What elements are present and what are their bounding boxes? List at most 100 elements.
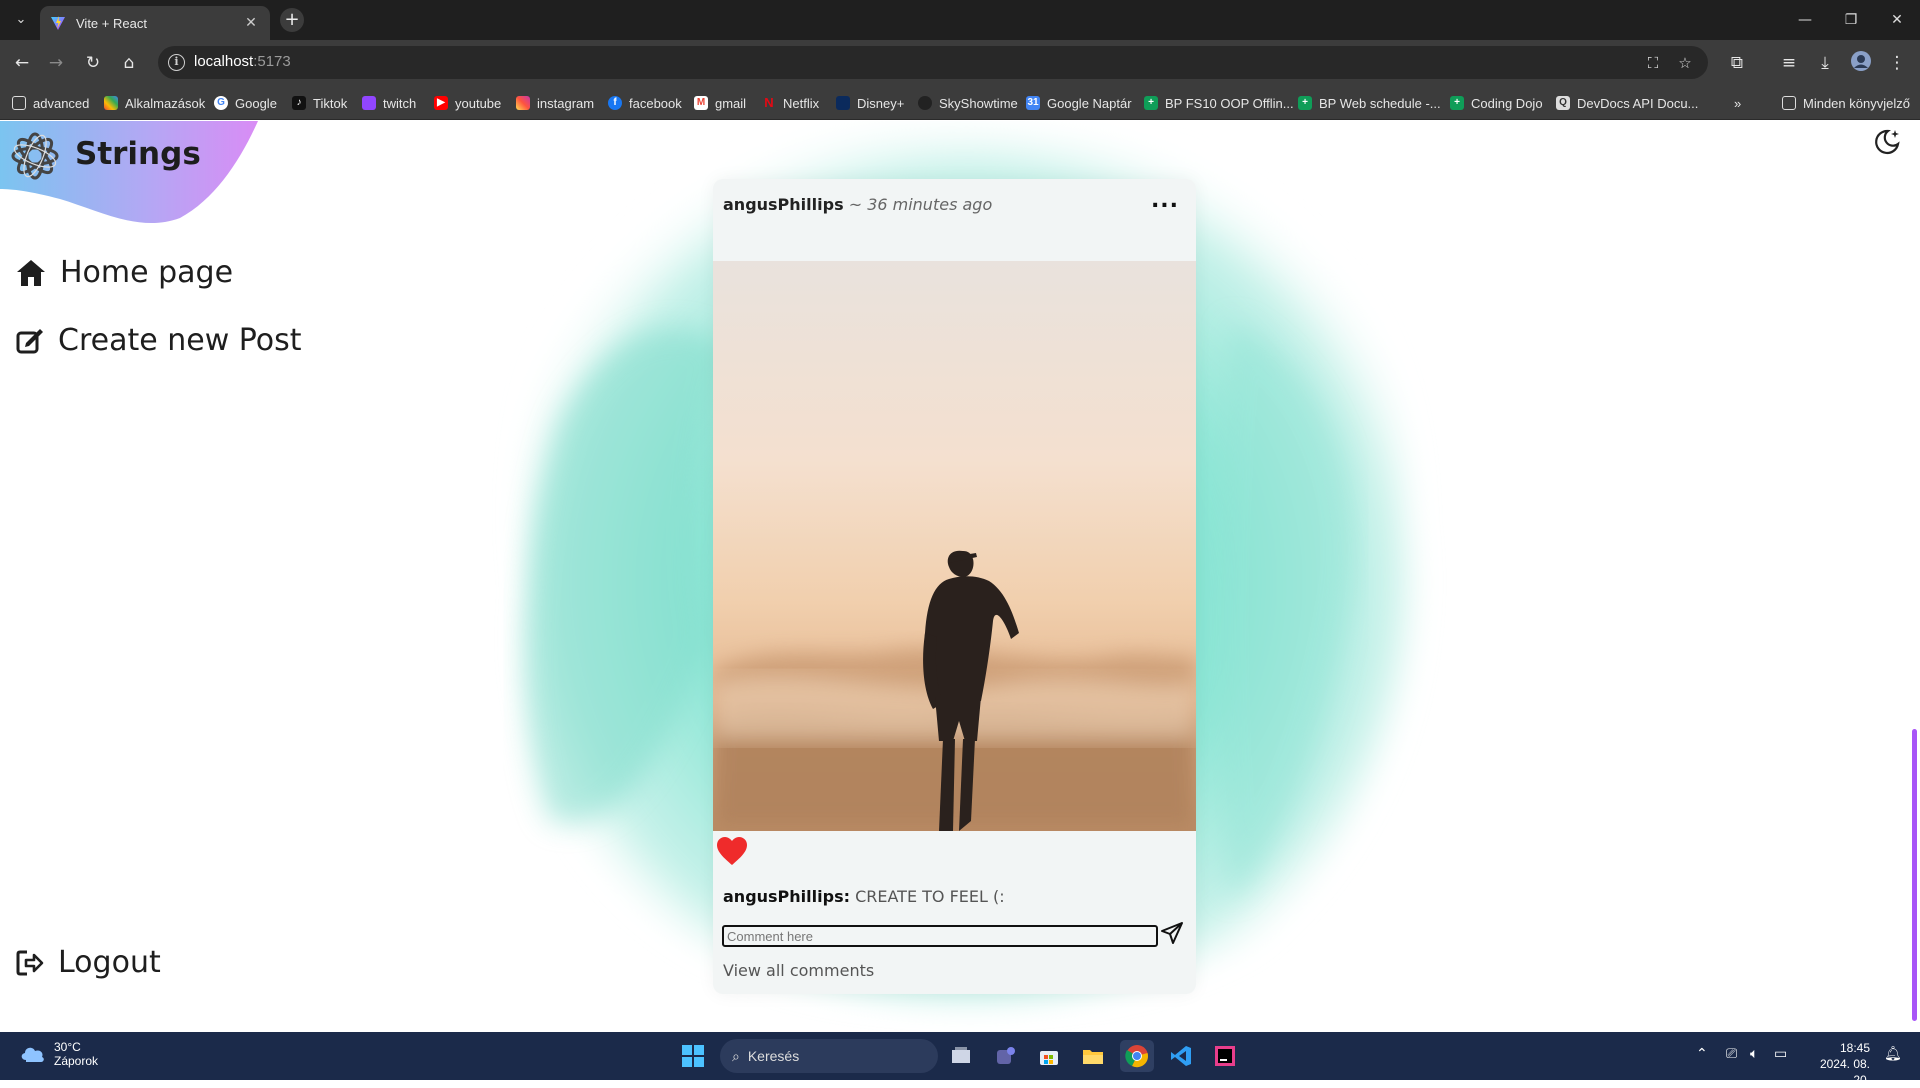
google-icon: G [214, 96, 228, 110]
bookmark-item[interactable]: N Netflix [762, 94, 819, 112]
weather-desc: Záporok [54, 1054, 99, 1068]
post-menu-button[interactable]: ... [1148, 190, 1182, 213]
post-separator: ~ [848, 195, 863, 214]
instagram-icon [516, 96, 530, 110]
youtube-icon: ▶ [434, 96, 448, 110]
bookmark-item[interactable]: + Coding Dojo [1450, 94, 1543, 112]
jetbrains-icon[interactable] [1208, 1040, 1242, 1072]
taskbar-search[interactable]: ⌕ Keresés [720, 1039, 938, 1073]
post-image[interactable] [713, 261, 1196, 831]
page-scrollbar[interactable] [1910, 121, 1920, 1032]
bookmark-item[interactable]: Mgmail [694, 94, 746, 112]
bookmark-star-icon[interactable]: ☆ [1674, 52, 1696, 74]
weather-temp: 30°C [54, 1040, 81, 1054]
home-icon[interactable]: ⌂ [116, 50, 142, 76]
bookmark-item[interactable]: f facebook [608, 94, 682, 112]
nav-logout[interactable]: Logout [16, 945, 161, 980]
bookmark-item[interactable]: Q DevDocs API Docu... [1556, 94, 1698, 112]
volume-icon[interactable]: 🔈︎ [1750, 1046, 1758, 1062]
extensions-icon[interactable]: ⧉ [1724, 50, 1750, 76]
post-author[interactable]: angusPhillips [723, 195, 844, 214]
nav-logout-label: Logout [58, 945, 161, 980]
profile-avatar[interactable] [1848, 50, 1874, 76]
tab-title: Vite + React [76, 15, 147, 31]
sheets-icon: + [1298, 96, 1312, 110]
skyshowtime-icon [918, 96, 932, 110]
all-bookmarks-folder[interactable]: Minden könyvjelző [1782, 94, 1910, 112]
network-icon[interactable]: ⎚ [1726, 1046, 1737, 1062]
forward-icon[interactable]: → [43, 50, 69, 76]
view-all-comments-link[interactable]: View all comments [723, 961, 874, 980]
tab-search-dropdown-icon[interactable]: ⌄ [10, 10, 32, 30]
file-explorer-icon[interactable] [1076, 1040, 1110, 1072]
bookmark-item[interactable]: ▶ youtube [434, 94, 501, 112]
browser-menu-icon[interactable]: ⋮ [1884, 50, 1910, 76]
bookmark-item[interactable]: Disney+ [836, 94, 904, 112]
strings-logo-icon[interactable] [10, 131, 60, 181]
caption-author[interactable]: angusPhillips: [723, 887, 850, 906]
browser-tabbar: ⌄ Vite + React ✕ + — ❐ ✕ [0, 0, 1920, 40]
cloud-rain-icon [21, 1047, 44, 1062]
vite-favicon-icon [51, 16, 65, 30]
reload-icon[interactable]: ↻ [80, 50, 106, 76]
clock-date: 2024. 08. 20. [1819, 1057, 1870, 1087]
bookmark-item[interactable]: advanced [12, 94, 89, 112]
minimize-button[interactable]: — [1782, 0, 1828, 40]
post-caption: angusPhillips: CREATE TO FEEL (: [723, 887, 1005, 906]
url-text[interactable]: localhost:5173 [194, 53, 291, 70]
bookmarks-bar: advanced Alkalmazások G Google ♪ Tiktok tw… [0, 86, 1920, 120]
download-icon[interactable]: ⤓ [1812, 50, 1838, 76]
restore-button[interactable]: ❐ [1828, 0, 1874, 40]
bookmark-item[interactable]: G Google [214, 94, 277, 112]
address-bar[interactable]: i localhost:5173 ⛶ ☆ [158, 46, 1708, 79]
translate-icon[interactable]: ⛶ [1642, 52, 1664, 74]
store-icon[interactable] [1032, 1040, 1066, 1072]
nav-home-page[interactable]: Home page [16, 255, 233, 290]
site-info-icon[interactable]: i [168, 54, 185, 71]
disney-icon [836, 96, 850, 110]
bookmark-item[interactable]: 31 Google Naptár [1026, 94, 1132, 112]
teams-icon[interactable] [988, 1040, 1022, 1072]
bookmark-item[interactable]: SkyShowtime [918, 94, 1018, 112]
vscode-icon[interactable] [1164, 1040, 1198, 1072]
notification-bell-icon[interactable]: 🔔︎ [1884, 1046, 1902, 1062]
bookmark-item[interactable]: ♪ Tiktok [292, 94, 347, 112]
tab-close-icon[interactable]: ✕ [242, 14, 260, 32]
post-card: angusPhillips ~ 36 minutes ago ... angus… [713, 179, 1196, 994]
more-bookmarks-icon[interactable]: » [1734, 94, 1741, 112]
dark-mode-toggle-icon[interactable] [1872, 127, 1902, 157]
clock-time: 18:45 [1839, 1041, 1870, 1055]
task-view-icon[interactable] [944, 1040, 978, 1072]
media-queue-icon[interactable]: ≡ [1776, 50, 1802, 76]
bookmark-item[interactable]: twitch [362, 94, 416, 112]
battery-icon[interactable]: ▭ [1774, 1046, 1787, 1062]
back-icon[interactable]: ← [9, 50, 35, 76]
bookmark-item[interactable]: + BP Web schedule -... [1298, 94, 1441, 112]
windows-start-icon[interactable] [676, 1040, 710, 1072]
chrome-icon[interactable] [1120, 1040, 1154, 1072]
edit-square-icon [16, 328, 43, 353]
post-timestamp: 36 minutes ago [867, 195, 993, 214]
comment-input[interactable] [722, 925, 1158, 947]
bookmark-item[interactable]: instagram [516, 94, 594, 112]
taskbar-search-label: Keresés [747, 1048, 800, 1064]
nav-create-post[interactable]: Create new Post [16, 323, 302, 358]
twitch-icon [362, 96, 376, 110]
heart-like-icon[interactable] [715, 835, 749, 867]
new-tab-button[interactable]: + [280, 8, 304, 32]
search-icon: ⌕ [732, 1047, 740, 1064]
show-hidden-icons[interactable]: ⌃ [1696, 1046, 1708, 1062]
scrollbar-thumb[interactable] [1912, 729, 1917, 1021]
brand-name[interactable]: Strings [75, 136, 201, 172]
sheets-icon: + [1144, 96, 1158, 110]
browser-tab-active[interactable]: Vite + React ✕ [40, 6, 270, 40]
weather-widget[interactable]: 30°C Záporok [18, 1040, 98, 1068]
devdocs-icon: Q [1556, 96, 1570, 110]
bookmark-item[interactable]: + BP FS10 OOP Offlin... [1144, 94, 1294, 112]
apps-grid-icon [104, 96, 118, 110]
send-comment-icon[interactable] [1160, 921, 1184, 945]
close-window-button[interactable]: ✕ [1874, 0, 1920, 40]
bookmark-item[interactable]: Alkalmazások [104, 94, 205, 112]
system-clock[interactable]: 18:45 2024. 08. 20. [1800, 1040, 1870, 1088]
nav-home-label: Home page [60, 255, 234, 290]
